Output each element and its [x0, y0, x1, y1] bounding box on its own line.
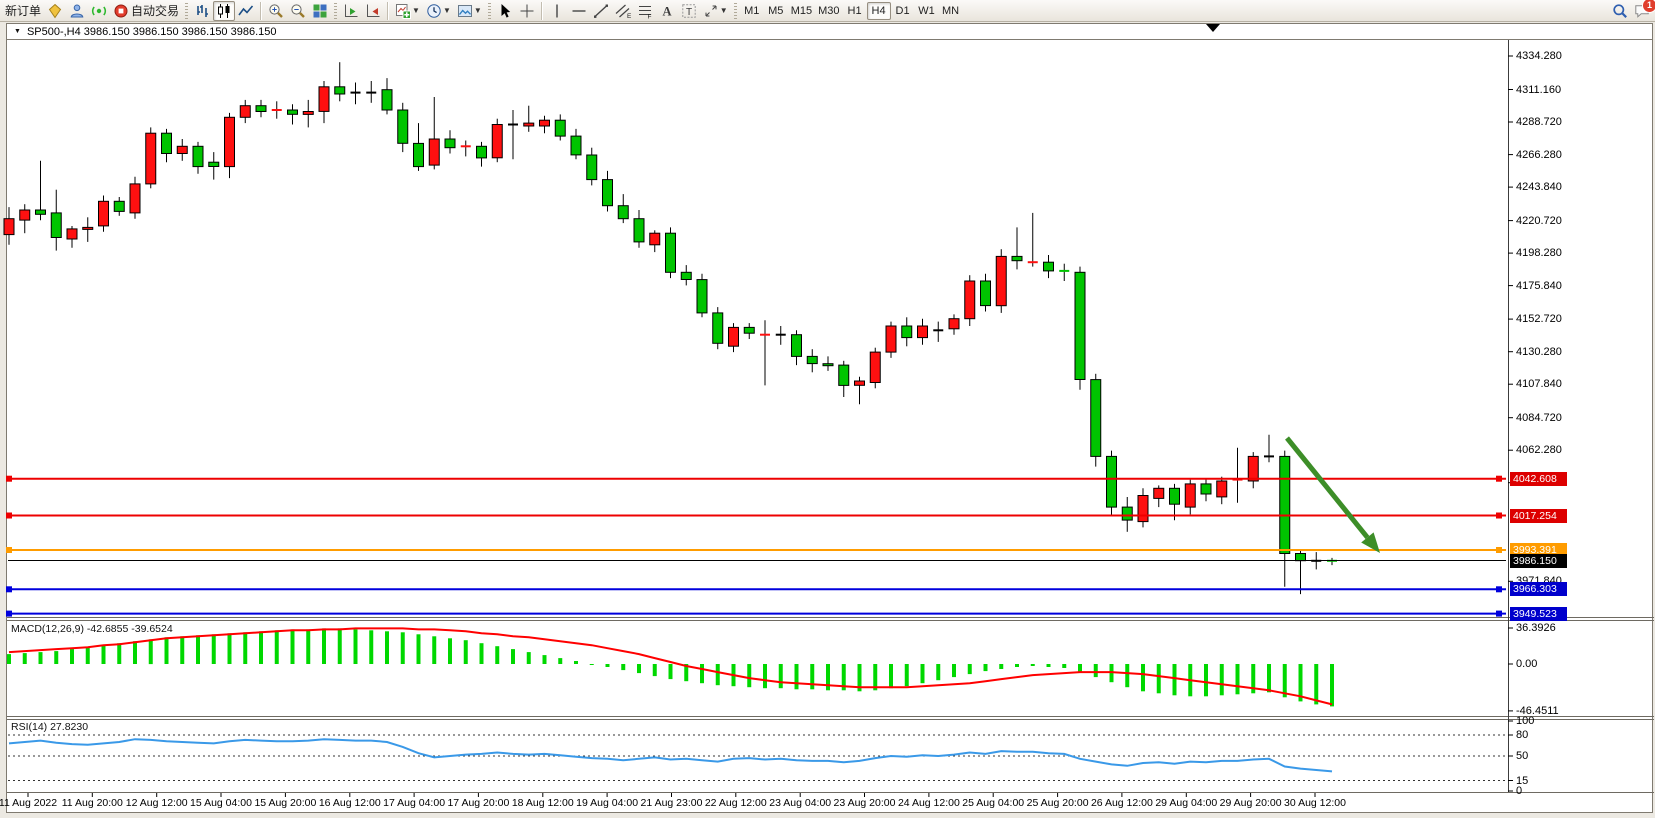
toolbar-grip	[185, 3, 188, 19]
trendline-button[interactable]	[590, 1, 612, 21]
market-icon	[47, 3, 63, 19]
auto-trading-button[interactable]: 自动交易	[110, 1, 182, 21]
chevron-down-icon[interactable]: ▼	[412, 6, 420, 15]
auto-trading-button-label: 自动交易	[131, 2, 179, 19]
toolbar-separator	[541, 2, 543, 20]
zoom-out-button[interactable]	[287, 1, 309, 21]
svg-text:F: F	[647, 13, 651, 19]
new-chart-button[interactable]: ▼	[392, 1, 423, 21]
chart-title: SP500-,H4 3986.150 3986.150 3986.150 398…	[27, 26, 277, 38]
toolbar-separator	[260, 2, 262, 20]
vertical-line-button[interactable]	[546, 1, 568, 21]
fibonacci-icon: F	[637, 3, 653, 19]
toolbar-separator	[387, 2, 389, 20]
chart-shift-icon	[365, 3, 381, 19]
window-menu-icon[interactable]: ▼	[14, 28, 21, 35]
text-label-icon: T	[681, 3, 697, 19]
template-icon	[457, 3, 473, 19]
zoom-out-icon	[290, 3, 306, 19]
timeframe-button-m30[interactable]: M30	[815, 2, 842, 20]
timeframe-button-h1[interactable]: H1	[843, 2, 867, 20]
zoom-in-icon	[268, 3, 284, 19]
zoom-in-button[interactable]	[265, 1, 287, 21]
timeframe-button-w1[interactable]: W1	[915, 2, 939, 20]
chevron-down-icon[interactable]: ▼	[720, 6, 728, 15]
chevron-down-icon[interactable]: ▼	[443, 6, 451, 15]
template-button[interactable]: ▼	[454, 1, 485, 21]
toolbar-grip	[488, 3, 491, 19]
candlestick-chart-button[interactable]	[213, 1, 235, 21]
bar-chart-icon	[194, 3, 210, 19]
candlestick-chart-icon	[216, 3, 232, 19]
equidistant-channel-icon: E	[615, 3, 631, 19]
tile-windows-icon	[312, 3, 328, 19]
fibonacci-button[interactable]: F	[634, 1, 656, 21]
text-label-button[interactable]: T	[678, 1, 700, 21]
auto-scroll-button[interactable]	[340, 1, 362, 21]
crosshair-icon	[519, 3, 535, 19]
bar-chart-button[interactable]	[191, 1, 213, 21]
timeframe-button-d1[interactable]: D1	[891, 2, 915, 20]
line-chart-button[interactable]	[235, 1, 257, 21]
signal-icon	[91, 3, 107, 19]
signal-button[interactable]	[88, 1, 110, 21]
crosshair-button[interactable]	[516, 1, 538, 21]
horizontal-line-button[interactable]	[568, 1, 590, 21]
period-button[interactable]: ▼	[423, 1, 454, 21]
equidistant-channel-button[interactable]: E	[612, 1, 634, 21]
timeframe-button-mn[interactable]: MN	[939, 2, 963, 20]
horizontal-line-icon	[571, 3, 587, 19]
notifications-button[interactable]: 1	[1631, 1, 1653, 21]
timeframe-button-m15[interactable]: M15	[788, 2, 815, 20]
search-button[interactable]	[1609, 1, 1631, 21]
chart-window	[6, 23, 1653, 813]
trendline-icon	[593, 3, 609, 19]
search-icon	[1612, 3, 1628, 19]
cursor-button[interactable]	[494, 1, 516, 21]
chevron-down-icon[interactable]: ▼	[474, 6, 482, 15]
svg-text:A: A	[662, 4, 671, 18]
chart-shift-button[interactable]	[362, 1, 384, 21]
profile-icon	[69, 3, 85, 19]
arrows-icon	[703, 3, 719, 19]
market-button[interactable]	[44, 1, 66, 21]
svg-text:T: T	[686, 6, 692, 17]
timeframe-button-h4[interactable]: H4	[867, 2, 891, 20]
trading-terminal: 新订单 自动交易 ▼ ▼ ▼ E F A T ▼ M1M5M15M30H1H4D1W1MN 1 ▼ S…	[0, 0, 1655, 818]
profile-button[interactable]	[66, 1, 88, 21]
toolbar-grip	[734, 3, 737, 19]
text-icon: A	[659, 3, 675, 19]
autotrade-icon	[113, 3, 129, 19]
notification-badge: 1	[1642, 0, 1655, 13]
text-button[interactable]: A	[656, 1, 678, 21]
chart-shift-marker-icon	[1206, 24, 1220, 32]
period-icon	[426, 3, 442, 19]
timeframe-button-m5[interactable]: M5	[764, 2, 788, 20]
timeframe-button-m1[interactable]: M1	[740, 2, 764, 20]
tile-windows-button[interactable]	[309, 1, 331, 21]
line-chart-icon	[238, 3, 254, 19]
new-chart-icon	[395, 3, 411, 19]
arrows-button[interactable]: ▼	[700, 1, 731, 21]
toolbar: 新订单 自动交易 ▼ ▼ ▼ E F A T ▼ M1M5M15M30H1H4D1W1MN 1	[0, 0, 1655, 22]
toolbar-grip	[334, 3, 337, 19]
vertical-line-icon	[549, 3, 565, 19]
cursor-icon	[497, 3, 513, 19]
new-order-button[interactable]: 新订单	[2, 1, 44, 21]
svg-text:E: E	[627, 13, 631, 19]
chart-titlebar: ▼ SP500-,H4 3986.150 3986.150 3986.150 3…	[7, 24, 1652, 40]
auto-scroll-icon	[343, 3, 359, 19]
